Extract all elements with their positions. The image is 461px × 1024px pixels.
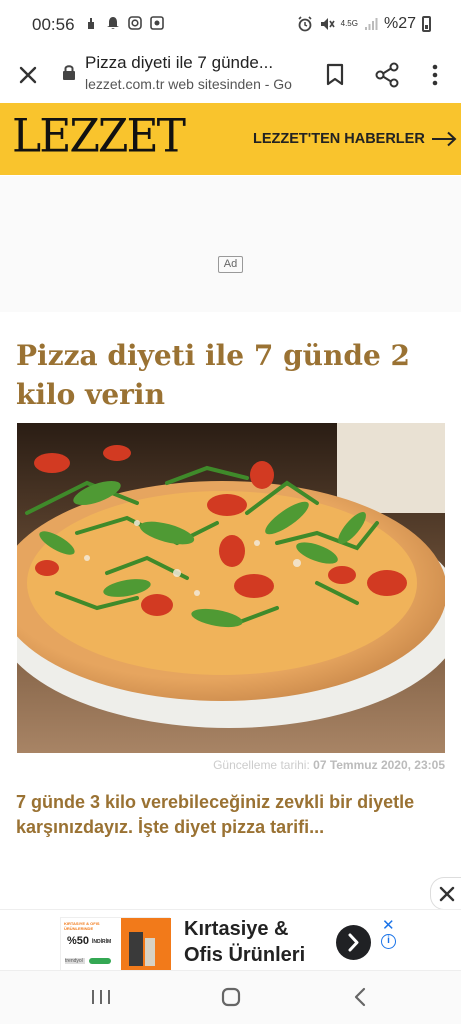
browser-toolbar: Pizza diyeti ile 7 günde... lezzet.com.t… xyxy=(0,52,461,102)
banner-img-top-text: KIRTASIYE & OFIS ÜRÜNLERINDE xyxy=(64,921,100,931)
banner-title[interactable]: Kırtasiye & Ofis Ürünleri xyxy=(184,916,305,968)
battery-icon xyxy=(422,16,431,32)
ad-dismiss-icon[interactable]: ✕ xyxy=(382,916,395,934)
close-icon[interactable] xyxy=(14,61,44,91)
lock-icon xyxy=(62,64,76,80)
hand-icon xyxy=(84,16,98,30)
network-type: 4.5G xyxy=(340,19,358,28)
media-icon xyxy=(150,16,164,30)
article-lead: 7 günde 3 kilo verebileceğiniz zevkli bi… xyxy=(16,792,415,837)
updated-value: 07 Temmuz 2020, 23:05 xyxy=(313,758,445,772)
ad-info-icon[interactable]: i xyxy=(381,934,396,949)
system-status-icons: 4.5G %27 xyxy=(297,15,431,33)
url-text[interactable]: lezzet.com.tr web sitesinden - Go xyxy=(85,76,305,92)
close-icon xyxy=(439,886,455,902)
chevron-right-icon xyxy=(348,933,359,952)
banner-img-discount-word: İNDİRİM xyxy=(92,939,112,945)
battery-percent: %27 xyxy=(383,15,416,32)
ad-close-button[interactable] xyxy=(430,877,461,910)
hero-image-pizza xyxy=(17,423,445,753)
share-icon[interactable] xyxy=(372,60,402,90)
ad-label: Ad xyxy=(218,256,243,273)
mute-icon xyxy=(320,18,335,30)
site-logo[interactable]: LEZZET xyxy=(12,110,186,164)
article-title: Pizza diyeti ile 7 günde 2 kilo verin xyxy=(16,339,410,411)
system-navigation-bar xyxy=(0,970,461,1024)
banner-go-button[interactable] xyxy=(336,925,371,960)
home-icon[interactable] xyxy=(220,986,242,1008)
more-options-icon[interactable] xyxy=(422,60,448,90)
page-title[interactable]: Pizza diyeti ile 7 günde... xyxy=(85,53,305,73)
instagram-icon xyxy=(128,16,142,30)
banner-img-discount: %50 xyxy=(67,935,90,947)
signal-icon xyxy=(364,18,378,30)
bookmark-icon[interactable] xyxy=(322,60,348,90)
updated-date: Güncelleme tarihi: 07 Temmuz 2020, 23:05 xyxy=(213,758,445,772)
banner-title-line2: Ofis Ürünleri xyxy=(184,944,306,966)
bell-icon xyxy=(106,16,120,30)
recent-apps-icon[interactable] xyxy=(90,987,112,1007)
bottom-banner-ad[interactable]: KIRTASIYE & OFIS ÜRÜNLERINDE %50 İNDİRİM… xyxy=(0,909,461,972)
banner-title-line1: Kırtasiye & xyxy=(184,918,289,940)
back-icon[interactable] xyxy=(350,985,370,1009)
updated-label: Güncelleme tarihi: xyxy=(213,758,310,772)
news-link-label: LEZZET'TEN HABERLER xyxy=(253,131,425,147)
banner-ad-image[interactable]: KIRTASIYE & OFIS ÜRÜNLERINDE %50 İNDİRİM… xyxy=(60,917,171,972)
ad-slot: Ad xyxy=(0,176,461,312)
banner-img-brand: trendyol xyxy=(65,958,83,964)
arrow-right-icon xyxy=(431,131,457,147)
notification-icons xyxy=(84,16,164,30)
site-header: LEZZET LEZZET'TEN HABERLER xyxy=(0,103,461,175)
status-bar: 00:56 4.5G %27 xyxy=(0,0,461,52)
alarm-icon xyxy=(298,16,312,32)
news-link[interactable]: LEZZET'TEN HABERLER xyxy=(253,131,457,147)
status-time: 00:56 xyxy=(32,15,75,34)
